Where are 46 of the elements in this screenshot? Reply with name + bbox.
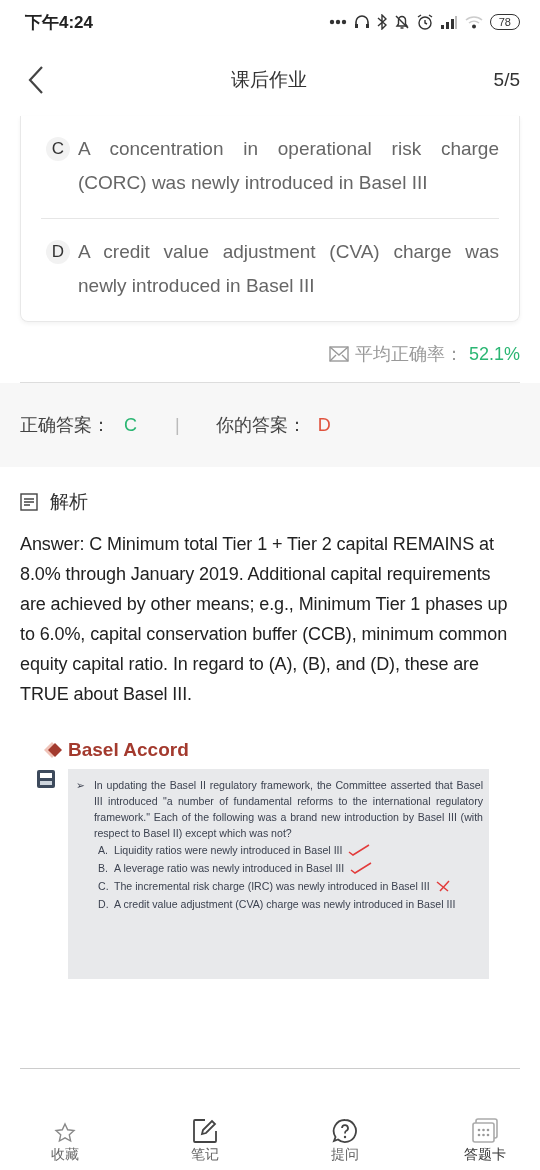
calculator-icon [36, 769, 56, 789]
option-letter: D [46, 240, 70, 264]
slide-option-letter: C. [98, 879, 108, 894]
correct-answer-label: 正确答案： [20, 414, 110, 437]
bullet-arrow: ➢ [76, 778, 85, 793]
signal-icon [439, 14, 458, 30]
correct-answer: C [124, 414, 137, 436]
document-icon [20, 493, 38, 511]
average-value: 52.1% [468, 343, 520, 365]
analysis-title: 解析 [50, 490, 88, 514]
option-text: A credit value adjustment (CVA) charge was newly introduced in Basel III [78, 240, 499, 298]
edit-icon [192, 1118, 218, 1144]
slide-option-text: A leverage ratio was newly introduced in Basel III [114, 861, 345, 876]
grid-card-icon [471, 1118, 499, 1144]
alarm-icon [416, 14, 433, 30]
tab-bar-item[interactable]: 笔记 [180, 1118, 230, 1164]
slide-option-text: Liquidity ratios were newly introduced in Basel III [114, 843, 343, 858]
slide-question: In updating the Basel II regulatory framework, the Committee asserted that Basel III introduced "a number of fundamental reforms to the international regulatory framework." Each of the following was a brand new introduction by Basel III (with respect to Basel II) except which was not? [93, 778, 483, 841]
envelope-icon [328, 346, 349, 362]
tab-bar-item[interactable]: 提问 [320, 1118, 370, 1164]
tab-bar-item[interactable]: 答题卡 [460, 1118, 510, 1164]
back-icon[interactable] [28, 66, 44, 94]
star-icon [54, 1122, 76, 1144]
bell-off-icon [393, 14, 410, 30]
average-label: 平均正确率： [354, 343, 463, 366]
slide-option-letter: D. [98, 897, 108, 912]
slide-option-text: The incremental risk charge (IRC) was newly introduced in Basel III [114, 879, 430, 894]
question-bubble-icon [332, 1118, 358, 1144]
slide-option-letter: A. [98, 843, 108, 858]
option-text: A concentration in operational risk charge (CORC) was newly introduced in Basel III [78, 137, 499, 195]
separator: | [175, 414, 180, 436]
option-letter: C [46, 137, 70, 161]
slide-option-letter: B. [98, 861, 108, 876]
your-answer: D [317, 414, 331, 436]
tab-bar-item[interactable]: 收藏 [40, 1122, 90, 1164]
slide-title: Basel Accord [68, 739, 189, 761]
page-title: 课后作业 [230, 68, 307, 92]
more-dots-icon [328, 19, 347, 25]
progress-counter: 5/5 [493, 69, 520, 91]
status-time: 下午4:24 [25, 11, 94, 34]
headset-icon [353, 14, 370, 30]
wifi-icon [464, 15, 483, 29]
analysis-text: Answer: C Minimum total Tier 1 + Tier 2 capital REMAINS at 8.0% through January 2019. Additional capital requirements are achieved by other means; e.g., Minimum Tier 1 phases up to 6.0%, capital conservation buffer (CCB), minimum common equity capital ratio. In regard to (A), (B), and (D), these are TRUE about Basel III. [20, 533, 509, 706]
your-answer-label: 你的答案： [215, 414, 306, 437]
bluetooth-icon [376, 14, 387, 30]
slide-option-text: A credit value adjustment (CVA) charge was newly introduced in Basel III [114, 897, 456, 912]
